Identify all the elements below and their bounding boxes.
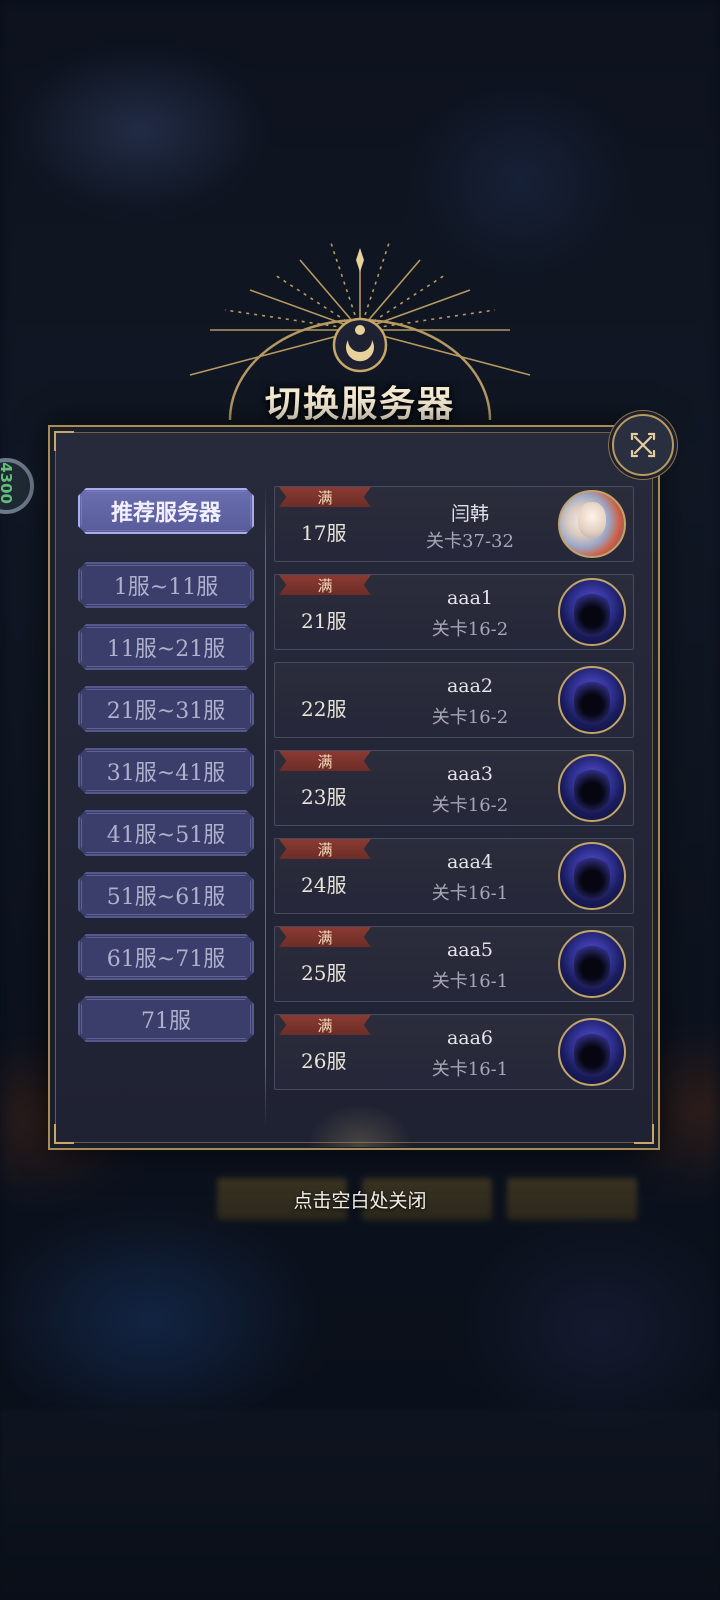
hooded-avatar: [558, 1018, 626, 1086]
player-name: aaa1: [446, 587, 494, 609]
category-31-41[interactable]: 31服~41服: [78, 748, 254, 794]
server-row-23[interactable]: 满 23服 aaa3 关卡16-2: [274, 750, 634, 826]
server-name: 22服: [301, 697, 347, 721]
column-divider: [265, 487, 266, 1127]
player-stage: 关卡16-1: [431, 883, 509, 904]
full-badge: 满: [279, 927, 371, 947]
dialog-title: 切换服务器: [264, 383, 455, 425]
close-icon: [630, 432, 656, 458]
hooded-avatar: [558, 930, 626, 998]
full-badge: 满: [279, 1015, 371, 1035]
category-11-21[interactable]: 11服~21服: [78, 624, 254, 670]
category-21-31[interactable]: 21服~31服: [78, 686, 254, 732]
player-name: aaa6: [446, 1027, 494, 1049]
category-51-61[interactable]: 51服~61服: [78, 872, 254, 918]
category-label: 31服~41服: [106, 761, 226, 786]
server-row-25[interactable]: 满 25服 aaa5 关卡16-1: [274, 926, 634, 1002]
category-1-11[interactable]: 1服~11服: [78, 562, 254, 608]
category-label: 71服: [141, 1009, 191, 1034]
corner-ornament: [634, 1124, 654, 1144]
server-row-17[interactable]: 满 17服 闫韩 关卡37-32: [274, 486, 634, 562]
close-hint: 点击空白处关闭: [293, 1190, 427, 1212]
server-row-22[interactable]: 22服 aaa2 关卡16-2: [274, 662, 634, 738]
category-recommended[interactable]: 推荐服务器: [78, 488, 254, 534]
player-name: aaa3: [446, 763, 494, 785]
close-button[interactable]: [612, 414, 674, 476]
hooded-avatar: [558, 666, 626, 734]
category-label: 11服~21服: [106, 637, 226, 662]
corner-ornament: [54, 1124, 74, 1144]
category-41-51[interactable]: 41服~51服: [78, 810, 254, 856]
category-label: 61服~71服: [106, 947, 226, 972]
category-label: 1服~11服: [113, 575, 219, 600]
avatar-hood: [574, 852, 610, 900]
avatar-face: [578, 502, 606, 538]
avatar-hood: [574, 1028, 610, 1076]
server-name: 21服: [301, 609, 347, 633]
avatar-hood: [574, 676, 610, 724]
server-name: 23服: [301, 785, 347, 809]
category-label: 51服~61服: [106, 885, 226, 910]
hooded-avatar: [558, 842, 626, 910]
avatar-hood: [574, 764, 610, 812]
full-badge: 满: [279, 751, 371, 771]
player-stage: 关卡16-2: [431, 707, 509, 728]
full-badge: 满: [279, 487, 371, 507]
server-row-21[interactable]: 满 21服 aaa1 关卡16-2: [274, 574, 634, 650]
hooded-avatar: [558, 578, 626, 646]
player-name: 闫韩: [450, 503, 489, 525]
player-name: aaa5: [446, 939, 494, 961]
corner-ornament: [54, 431, 74, 451]
server-name: 26服: [301, 1049, 347, 1073]
category-71[interactable]: 71服: [78, 996, 254, 1042]
player-name: aaa2: [446, 675, 494, 697]
player-stage: 关卡37-32: [426, 531, 514, 552]
full-badge: 满: [279, 575, 371, 595]
server-name: 24服: [301, 873, 347, 897]
hero-avatar: [558, 490, 626, 558]
server-name: 17服: [301, 521, 347, 545]
category-label: 41服~51服: [106, 823, 226, 848]
player-stage: 关卡16-1: [431, 971, 509, 992]
category-label: 推荐服务器: [110, 500, 221, 526]
category-label: 21服~31服: [106, 699, 226, 724]
player-stage: 关卡16-2: [431, 619, 509, 640]
hooded-avatar: [558, 754, 626, 822]
avatar-hood: [574, 940, 610, 988]
player-name: aaa4: [446, 851, 494, 873]
full-badge: 满: [279, 839, 371, 859]
category-61-71[interactable]: 61服~71服: [78, 934, 254, 980]
player-stage: 关卡16-2: [431, 795, 509, 816]
server-row-24[interactable]: 满 24服 aaa4 关卡16-1: [274, 838, 634, 914]
player-stage: 关卡16-1: [431, 1059, 509, 1080]
server-name: 25服: [301, 961, 347, 985]
avatar-hood: [574, 588, 610, 636]
server-row-26[interactable]: 满 26服 aaa6 关卡16-1: [274, 1014, 634, 1090]
